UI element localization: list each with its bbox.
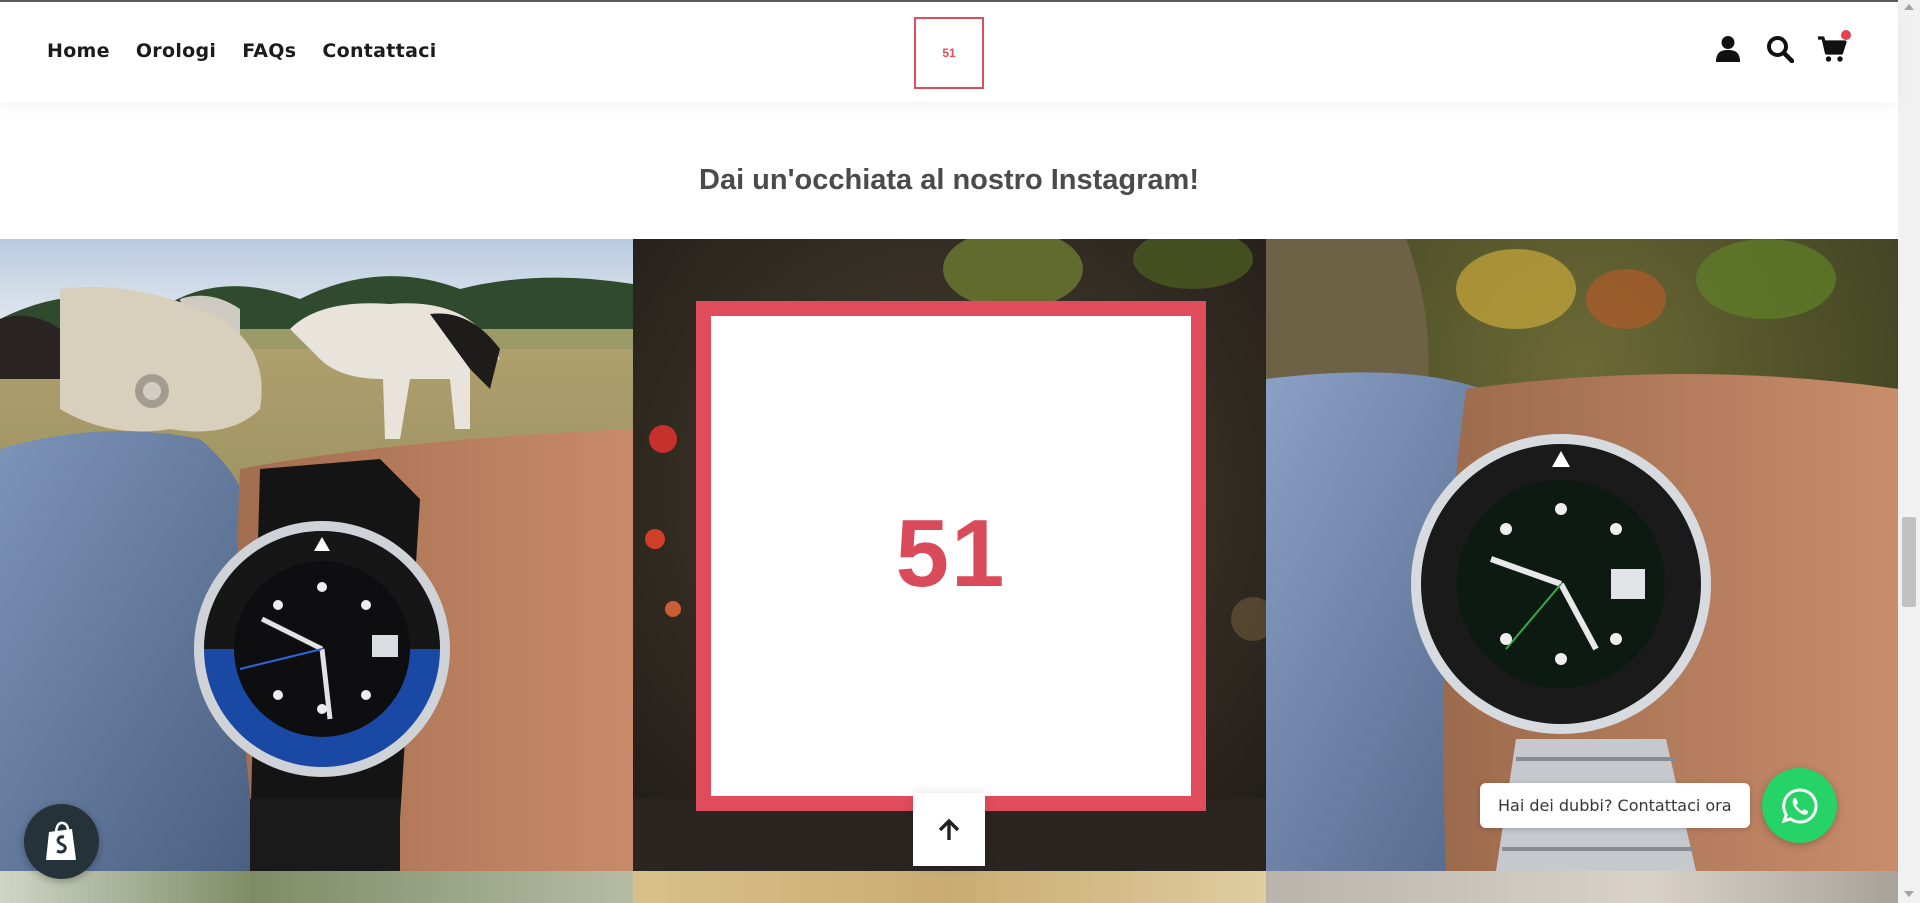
- back-to-top-button[interactable]: [913, 793, 985, 866]
- arrow-up-icon: [938, 818, 960, 840]
- site-header: Home Orologi FAQs Contattaci 51: [0, 2, 1898, 102]
- instagram-post-1[interactable]: [0, 239, 633, 871]
- instagram-post-4[interactable]: [0, 871, 633, 903]
- main-nav: Home Orologi FAQs Contattaci: [47, 40, 437, 62]
- account-button[interactable]: [1713, 34, 1743, 64]
- shopify-bag-icon: [45, 821, 76, 860]
- whatsapp-icon: [1780, 787, 1818, 823]
- nav-item-faqs[interactable]: FAQs: [242, 40, 296, 62]
- instagram-section-title: Dai un'occhiata al nostro Instagram!: [699, 164, 1199, 196]
- nav-item-home[interactable]: Home: [47, 40, 110, 62]
- search-button[interactable]: [1765, 34, 1795, 64]
- scroll-down-arrow[interactable]: [1904, 891, 1914, 897]
- header-icons: [1713, 30, 1851, 64]
- user-icon: [1716, 36, 1740, 62]
- instagram-post-6[interactable]: [1266, 871, 1899, 903]
- cart-badge: [1841, 30, 1851, 40]
- promo-logo-frame: 51: [696, 301, 1206, 811]
- cart-button[interactable]: [1817, 30, 1851, 64]
- instagram-photo-1: [0, 239, 633, 871]
- page-scrollbar-thumb[interactable]: [1902, 517, 1916, 607]
- whatsapp-prompt-label[interactable]: Hai dei dubbi? Contattaci ora: [1480, 783, 1750, 828]
- nav-item-contattaci[interactable]: Contattaci: [322, 40, 436, 62]
- logo-text: 51: [942, 46, 956, 60]
- instagram-post-2[interactable]: 51: [633, 239, 1266, 871]
- site-logo[interactable]: 51: [914, 17, 984, 89]
- search-icon: [1767, 36, 1794, 63]
- nav-item-orologi[interactable]: Orologi: [136, 40, 216, 62]
- whatsapp-button[interactable]: [1762, 768, 1837, 843]
- instagram-post-5[interactable]: [633, 871, 1266, 903]
- shopify-chat-button[interactable]: [24, 804, 99, 879]
- page-scrollbar-track[interactable]: [1898, 0, 1920, 903]
- promo-logo-text: 51: [895, 500, 1007, 607]
- scroll-up-arrow[interactable]: [1904, 4, 1914, 10]
